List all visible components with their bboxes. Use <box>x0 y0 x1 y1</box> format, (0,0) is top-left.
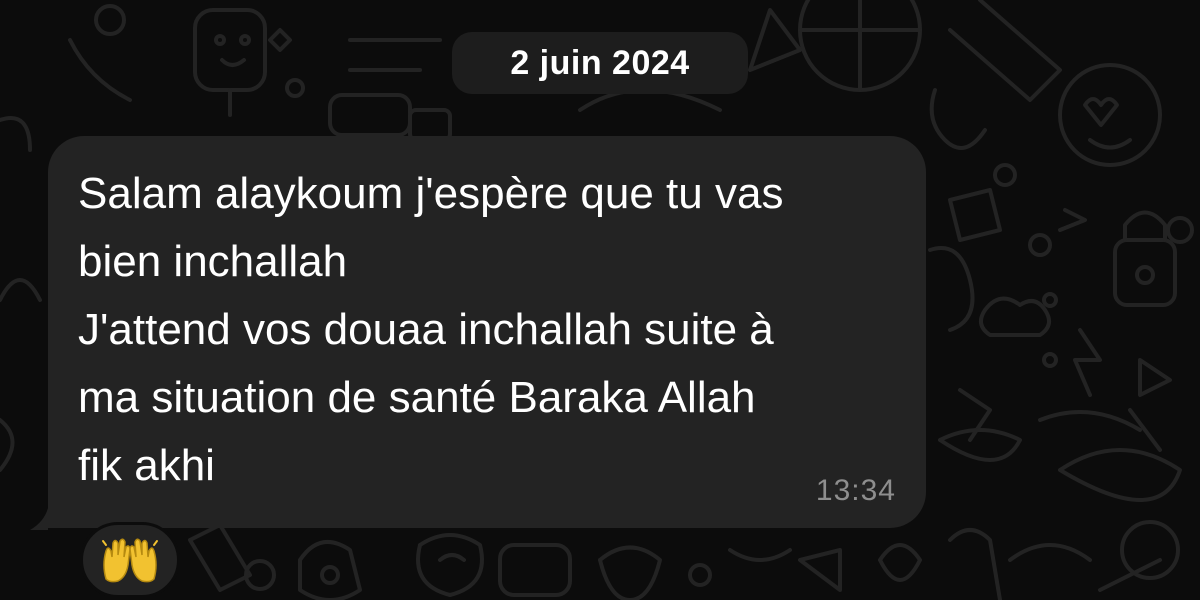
date-separator: 2 juin 2024 <box>452 32 748 94</box>
incoming-message-bubble[interactable]: Salam alaykoum j'espère que tu vas bien … <box>48 136 926 528</box>
message-timestamp: 13:34 <box>815 474 896 507</box>
chat-background: 2 juin 2024 Salam alaykoum j'espère que … <box>0 0 1200 600</box>
message-reaction[interactable] <box>80 522 180 598</box>
raising-hands-emoji-icon <box>102 538 158 583</box>
message-text: Salam alaykoum j'espère que tu vas bien … <box>78 169 784 490</box>
